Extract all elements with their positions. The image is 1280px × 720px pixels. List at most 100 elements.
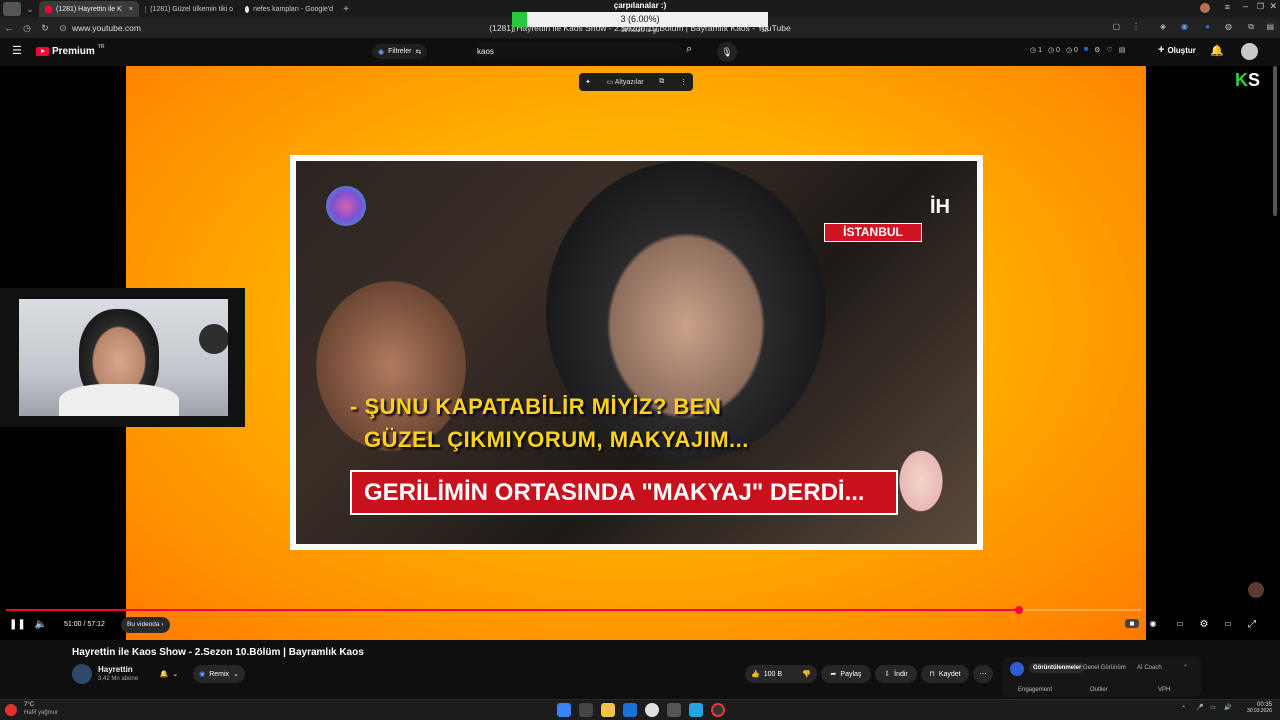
profile-avatar-icon[interactable] <box>1200 3 1210 13</box>
page-scrollbar[interactable] <box>1273 66 1277 216</box>
tab-ai-coach[interactable]: AI Coach <box>1137 665 1162 671</box>
search-icon[interactable]: ⌕ <box>686 43 692 56</box>
reload-icon[interactable]: ↻ <box>36 23 54 34</box>
share-icon: ➦ <box>830 671 837 678</box>
menu-icon[interactable]: ≡ <box>1225 2 1230 12</box>
google-favicon-icon <box>245 5 250 13</box>
extension-icon[interactable]: ■ <box>1125 619 1139 628</box>
microphone-icon[interactable]: 🎙 <box>717 42 737 62</box>
caption-line-2: GÜZEL ÇIKMIYORUM, MAKYAJIM... <box>364 427 749 452</box>
fullscreen-icon[interactable]: ⤢ <box>1245 619 1259 630</box>
tab-nefes-kamplari[interactable]: nefes kampları - Google'd <box>239 1 339 17</box>
minimize-icon[interactable]: – <box>1243 1 1248 11</box>
progress-scrubber[interactable] <box>1014 606 1023 614</box>
extension-icon[interactable]: ▤ <box>1119 46 1126 54</box>
obs-icon[interactable] <box>711 703 725 717</box>
site-info-icon[interactable]: ⊙ <box>54 23 72 34</box>
stat-value: 0 <box>1056 47 1060 54</box>
youtube-premium-logo[interactable]: Premium TR <box>36 43 105 57</box>
video-title: Hayrettin ile Kaos Show - 2.Sezon 10.Böl… <box>72 647 364 658</box>
task-view-icon[interactable] <box>579 703 593 717</box>
dislike-icon[interactable]: 👎 <box>802 670 811 678</box>
sparkle-icon[interactable]: ✦ <box>585 78 591 86</box>
sidebar-icon[interactable]: ▤ <box>1266 22 1274 31</box>
search-input[interactable] <box>472 43 682 60</box>
maximize-icon[interactable]: ❐ <box>1257 2 1264 11</box>
close-icon[interactable]: × <box>129 6 133 13</box>
weather-temp[interactable]: 7°C <box>24 702 34 708</box>
tab-overview[interactable]: Genel Görünüm <box>1083 665 1126 671</box>
bulb-icon[interactable]: ◈ <box>1160 22 1166 31</box>
history-icon[interactable]: ◷ <box>18 23 36 34</box>
extensions-puzzle-icon[interactable]: ⧉ <box>1248 22 1254 32</box>
notifications-bell-icon[interactable]: 🔔 <box>1210 44 1224 57</box>
theater-mode-icon[interactable]: ▭ <box>1221 619 1235 628</box>
remix-label: Remix <box>209 670 230 678</box>
channel-name[interactable]: Hayrettin <box>98 665 133 674</box>
chapter-button[interactable]: Bu videoda › <box>121 617 170 633</box>
floating-action-icon[interactable] <box>1248 582 1264 598</box>
like-icon[interactable]: 👍 <box>751 670 760 678</box>
url-field[interactable]: www.youtube.com <box>72 23 141 33</box>
share-button[interactable]: ➦ Paylaş <box>821 665 871 683</box>
poll-time-left: 36 hours to go <box>620 28 660 34</box>
network-icon[interactable]: ▭ <box>1210 704 1216 711</box>
tab-views[interactable]: Görüntülenmeler <box>1029 663 1086 673</box>
more-actions-button[interactable]: ⋯ <box>973 665 993 683</box>
download-button[interactable]: ⇩ İndir <box>875 665 917 683</box>
youtube-favicon-icon <box>45 5 52 13</box>
yandex-browser-icon[interactable] <box>645 703 659 717</box>
account-avatar[interactable] <box>1241 43 1258 60</box>
tab-guzel-ulkemin[interactable]: (1281) Güzel ülkemin tiki o <box>139 1 239 17</box>
poll-bar-fill <box>512 12 528 27</box>
window-close-icon[interactable]: ✕ <box>1269 1 1277 12</box>
extension-icon[interactable]: ◉ <box>1181 22 1188 31</box>
channel-avatar[interactable] <box>72 664 92 684</box>
extension-icon[interactable]: ♡ <box>1106 46 1112 54</box>
microphone-tray-icon[interactable]: 🎤 <box>1196 704 1203 711</box>
chevron-down-icon[interactable]: ⌄ <box>21 4 39 15</box>
subscribe-bell-button[interactable]: 🔔 ⌄ <box>150 665 188 683</box>
start-windows-icon[interactable] <box>557 703 571 717</box>
more-icon[interactable]: ⋮ <box>1132 22 1140 31</box>
settings-gear-icon[interactable]: ⚙ <box>1197 619 1211 630</box>
tab-label: (1281) Hayrettin ile K <box>56 5 122 13</box>
tray-chevron-up-icon[interactable]: ⌃ <box>1181 705 1186 712</box>
like-count[interactable]: 100 B <box>764 671 782 678</box>
extension-icon[interactable]: ■ <box>1084 46 1088 54</box>
captions-icon[interactable]: ▭ <box>1173 619 1187 628</box>
popout-icon[interactable]: ⧉ <box>659 78 664 86</box>
autoplay-icon[interactable]: ◉ <box>1146 619 1160 628</box>
logo-country: TR <box>97 43 105 50</box>
chevron-up-icon[interactable]: ⌃ <box>1183 664 1188 671</box>
extension-icon[interactable]: ⚙ <box>1094 46 1100 54</box>
subtitles-toolbar: ✦ ▭ Altyazılar ⧉ ⋮ <box>579 73 693 91</box>
extension-icon[interactable]: ● <box>1205 22 1210 31</box>
save-button[interactable]: ⊓ Kaydet <box>921 665 969 683</box>
file-explorer-icon[interactable] <box>601 703 615 717</box>
browser-menu-icon[interactable] <box>3 2 21 16</box>
telegram-icon[interactable] <box>689 703 703 717</box>
filters-button[interactable]: ◉ Filtreler ⇆ <box>372 44 428 59</box>
more-icon[interactable]: ⋮ <box>680 78 687 86</box>
volume-tray-icon[interactable]: 🔊 <box>1224 704 1231 711</box>
hamburger-menu-icon[interactable]: ☰ <box>12 44 22 57</box>
mail-icon[interactable] <box>623 703 637 717</box>
progress-bar[interactable] <box>6 609 1142 611</box>
tab-youtube-hayrettin[interactable]: (1281) Hayrettin ile K × <box>39 1 139 17</box>
app-icon[interactable] <box>667 703 681 717</box>
channel-stats: ◷ 1 ◷ 0 ◷ 0 ■ ⚙ ♡ ▤ <box>1030 46 1125 54</box>
clock[interactable]: 00:35 30.03.2026 <box>1242 702 1272 714</box>
time-display: 51:00 / 57:12 <box>64 621 105 628</box>
pause-icon[interactable]: ❚❚ <box>9 619 26 630</box>
extension-icon[interactable]: ◍ <box>1225 22 1232 31</box>
bookmark-icon[interactable]: ▢ <box>1112 22 1120 31</box>
weather-desc[interactable]: Hafif yağmur <box>24 710 58 716</box>
create-button[interactable]: + Oluştur <box>1158 44 1196 56</box>
tab-label: nefes kampları - Google'd <box>253 5 333 13</box>
remix-button[interactable]: ◉ Remix ⌄ <box>193 665 245 683</box>
back-icon[interactable]: ← <box>0 23 18 33</box>
volume-icon[interactable]: 🔈 <box>34 619 48 630</box>
subtitles-button[interactable]: ▭ Altyazılar <box>607 78 644 86</box>
new-tab-plus-icon[interactable]: + <box>339 4 353 15</box>
